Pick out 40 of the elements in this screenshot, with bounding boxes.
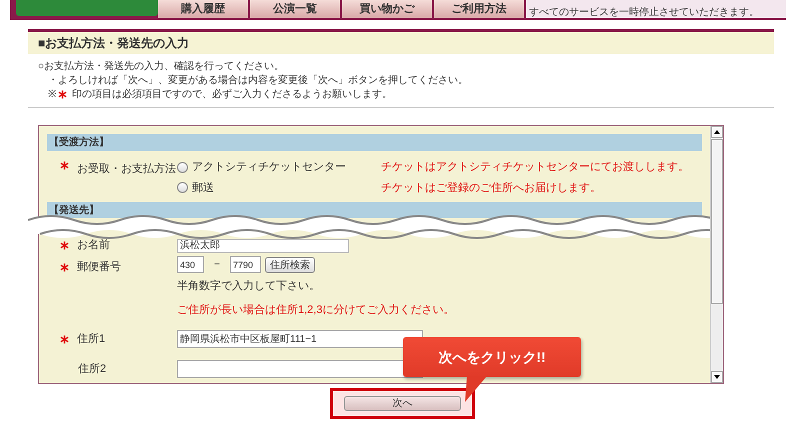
address-input[interactable] <box>177 360 423 378</box>
radio-button[interactable] <box>177 182 188 194</box>
required-note: 印の項目は必須項目ですので、必ずご入力くださるようお願いします。 <box>72 88 392 101</box>
address-input[interactable]: 静岡県浜松市中区板屋町111−1 <box>177 330 423 348</box>
instruction-text: ・よろしければ「次へ」、変更がある場合は内容を変更後「次へ」ボタンを押してください。 <box>47 74 469 87</box>
callout-tail-icon <box>465 376 487 402</box>
field-label: 郵便番号 <box>77 260 121 275</box>
name-input[interactable]: 浜松太郎 <box>177 238 349 252</box>
section-heading: 【発送先】 <box>47 202 702 218</box>
page-title: ■お支払方法・発送先の入力 <box>28 32 774 54</box>
radio-button[interactable] <box>177 162 188 173</box>
section-heading: 【受渡方法】 <box>47 134 702 151</box>
nav-tab[interactable]: 買い物かご <box>342 0 432 18</box>
next-button[interactable]: 次へ <box>344 396 461 411</box>
field-label: お受取・お支払方法 <box>77 162 176 177</box>
nav-tab[interactable]: 公演一覧 <box>250 0 340 18</box>
nav-tab[interactable]: 購入履歴 <box>158 0 248 18</box>
postal-separator: － <box>210 257 224 272</box>
radio-option[interactable]: 郵送 <box>177 180 381 196</box>
postal-code-input[interactable]: 430 <box>177 256 204 273</box>
hint-text: 半角数字で入力して下さい。 <box>177 278 321 294</box>
required-mark-icon <box>58 90 67 99</box>
warning-text: ご住所が長い場合は住所1,2,3に分けてご入力ください。 <box>177 302 454 318</box>
note-prefix: ※ <box>48 88 56 101</box>
field-label: 住所2 <box>78 362 106 377</box>
scrollbar[interactable] <box>710 126 723 383</box>
intro-text: ○お支払方法・発送先の入力、確認を行ってください。 <box>38 60 286 73</box>
postal-code-input[interactable]: 7790 <box>230 256 261 273</box>
scroll-thumb[interactable] <box>711 139 723 304</box>
radio-option[interactable]: アクトシティチケットセンター <box>177 159 381 176</box>
field-label: お名前 <box>77 238 110 254</box>
maintenance-notice: すべてのサービスを一時停止させていただきます。 <box>529 7 759 18</box>
scroll-up-icon[interactable] <box>711 126 723 138</box>
callout-bubble: 次へをクリック!! <box>403 337 581 377</box>
option-note: チケットはご登録のご住所へお届けします。 <box>381 180 601 196</box>
scroll-down-icon[interactable] <box>711 371 723 383</box>
field-label: 住所1 <box>77 332 106 347</box>
address-search-button[interactable]: 住所検索 <box>265 256 315 272</box>
option-note: チケットはアクトシティチケットセンターにてお渡しします。 <box>381 160 689 175</box>
nav-tab[interactable]: ご利用方法 <box>434 0 524 18</box>
